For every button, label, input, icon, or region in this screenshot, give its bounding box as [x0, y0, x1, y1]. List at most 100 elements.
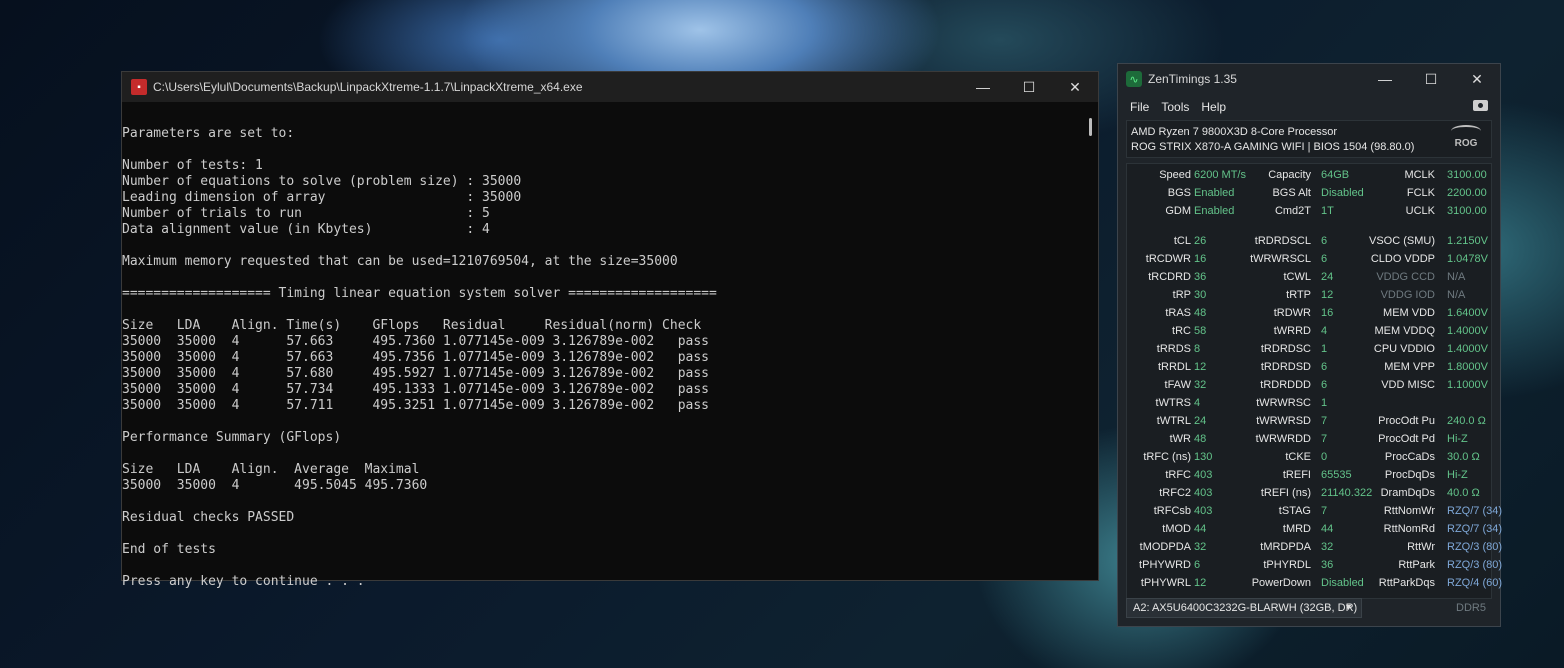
timing-row: tMODPDA 32 tMRDPDA 32 RttWr RZQ/3 (80) — [1127, 539, 1502, 557]
chevron-down-icon: ▼ — [1344, 602, 1353, 612]
timing-value: 24 — [1194, 415, 1207, 427]
console-window[interactable]: ▪ C:\Users\Eylul\Documents\Backup\Linpac… — [121, 71, 1099, 589]
minimize-button[interactable]: — — [960, 72, 1006, 102]
timing-value: 1T — [1321, 205, 1334, 217]
maximize-button[interactable]: ☐ — [1006, 72, 1052, 102]
timing-label: tWRWRDD — [1255, 433, 1311, 445]
console-line: Size LDA Align. Time(s) GFlops Residual … — [122, 318, 702, 333]
zen-minimize-button[interactable]: — — [1362, 64, 1408, 94]
timing-row: GDM Enabled Cmd2T 1T UCLK 3100.00 — [1127, 203, 1491, 221]
timing-label: tRCDWR — [1145, 253, 1191, 265]
timing-row: tCL 26 tRDRDSCL 6 VSOC (SMU) 1.2150V — [1127, 233, 1491, 251]
timing-row: tRCDWR 16 tWRWRSCL 6 CLDO VDDP 1.0478V — [1127, 251, 1491, 269]
console-app-icon: ▪ — [131, 79, 147, 95]
timing-value: 12 — [1194, 577, 1207, 589]
timing-label: RttWr — [1407, 541, 1435, 553]
timing-label: Cmd2T — [1274, 205, 1311, 217]
timing-value: 3100.00 — [1447, 169, 1487, 181]
timing-label: tCL — [1173, 235, 1191, 247]
menu-help[interactable]: Help — [1195, 100, 1232, 114]
zen-close-button[interactable]: ✕ — [1454, 64, 1500, 94]
console-scrollbar[interactable] — [1089, 118, 1092, 136]
timing-row: tFAW 32 tRDRDDD 6 VDD MISC 1.1000V — [1127, 377, 1491, 395]
zen-menubar: File Tools Help — [1118, 94, 1500, 120]
timing-value: 48 — [1194, 307, 1207, 319]
timing-value: Hi-Z — [1447, 433, 1468, 445]
timing-row: Speed 6200 MT/s Capacity 64GB MCLK 3100.00 — [1127, 167, 1491, 185]
timing-row: tWR 48 tWRWRDD 7 ProcOdt Pd Hi-Z — [1127, 431, 1491, 449]
timing-value: Enabled — [1194, 187, 1235, 199]
timing-row: tRFC2 403 tREFI (ns) 21140.322 DramDqDs 40.0 … — [1127, 485, 1491, 503]
timing-value: 3100.00 — [1447, 205, 1487, 217]
timing-label: CPU VDDIO — [1373, 343, 1435, 355]
timing-value: 403 — [1194, 505, 1213, 517]
zentimings-titlebar[interactable]: ∿ ZenTimings 1.35 — ☐ ✕ — [1118, 64, 1500, 94]
dimm-select[interactable]: A2: AX5U6400C3232G-BLARWH (32GB, DR) ▼ — [1126, 598, 1362, 618]
timing-label: tRC — [1172, 325, 1191, 337]
timing-value: Enabled — [1194, 205, 1235, 217]
console-line: Number of equations to solve (problem si… — [122, 174, 522, 189]
menu-file[interactable]: File — [1118, 100, 1155, 114]
timing-value: 44 — [1321, 523, 1334, 535]
console-line: Maximum memory requested that can be use… — [122, 254, 678, 269]
zen-maximize-button[interactable]: ☐ — [1408, 64, 1454, 94]
timing-row: tPHYWRL 12 PowerDown Disabled RttParkDqs RZQ/… — [1127, 575, 1502, 593]
close-button[interactable]: ✕ — [1052, 72, 1098, 102]
console-titlebar[interactable]: ▪ C:\Users\Eylul\Documents\Backup\Linpac… — [122, 72, 1098, 102]
timing-label: Speed — [1159, 169, 1191, 181]
timing-value: 6 — [1321, 361, 1328, 373]
timing-label: MEM VDD — [1383, 307, 1435, 319]
camera-icon[interactable] — [1473, 100, 1488, 111]
timing-value: 7 — [1321, 505, 1328, 517]
console-line: Number of trials to run : 5 — [122, 206, 490, 221]
timing-value: 32 — [1321, 541, 1334, 553]
timing-value: 36 — [1321, 559, 1334, 571]
timing-value: 24 — [1321, 271, 1334, 283]
timing-label: tRAS — [1165, 307, 1191, 319]
menu-tools[interactable]: Tools — [1155, 100, 1195, 114]
zentimings-title: ZenTimings 1.35 — [1148, 72, 1237, 86]
zentimings-logo-icon: ∿ — [1126, 71, 1142, 87]
timing-value: 240.0 Ω — [1447, 415, 1486, 427]
timing-value: 1.0478V — [1447, 253, 1488, 265]
timing-value: 36 — [1194, 271, 1207, 283]
console-line: 35000 35000 4 57.711 495.3251 1.077145e-… — [122, 398, 709, 413]
timing-row: tRFC 403 tREFI 65535 ProcDqDs Hi-Z — [1127, 467, 1491, 485]
timing-label: VDDG CCD — [1376, 271, 1435, 283]
timing-value: 1.4000V — [1447, 343, 1488, 355]
timing-value: 44 — [1194, 523, 1207, 535]
timing-label: tREFI — [1282, 469, 1311, 481]
console-output[interactable]: Parameters are set to: Number of tests: 1… — [122, 110, 1098, 589]
console-line: Data alignment value (in Kbytes) : 4 — [122, 222, 490, 237]
timing-value: 130 — [1194, 451, 1213, 463]
zentimings-window[interactable]: ∿ ZenTimings 1.35 — ☐ ✕ File Tools Help … — [1117, 63, 1502, 627]
timing-row: BGS Enabled BGS Alt Disabled FCLK 2200.00 — [1127, 185, 1491, 203]
timing-value: 403 — [1194, 469, 1213, 481]
timing-label: ProcOdt Pd — [1378, 433, 1435, 445]
timing-label: ProcCaDs — [1384, 451, 1435, 463]
timing-row: tRFCsb 403 tSTAG 7 RttNomWr RZQ/7 (34) — [1127, 503, 1502, 521]
timing-label: tREFI (ns) — [1260, 487, 1311, 499]
console-line: Performance Summary (GFlops) — [122, 430, 342, 445]
timing-value: RZQ/7 (34) — [1447, 505, 1503, 517]
timing-row: tRAS 48 tRDWR 16 MEM VDD 1.6400V — [1127, 305, 1491, 323]
timing-label: tWR — [1169, 433, 1191, 445]
console-line: End of tests — [122, 542, 216, 557]
timing-value: 8 — [1194, 343, 1201, 355]
timing-value: 1.1000V — [1447, 379, 1488, 391]
timing-label: UCLK — [1405, 205, 1435, 217]
console-line: 35000 35000 4 57.734 495.1333 1.077145e-… — [122, 382, 709, 397]
timing-value: 30 — [1194, 289, 1207, 301]
timing-value: 6 — [1321, 253, 1328, 265]
timing-label: VSOC (SMU) — [1369, 235, 1435, 247]
timing-label: tMRDPDA — [1260, 541, 1311, 553]
timing-label: RttParkDqs — [1378, 577, 1435, 589]
dimm-select-value: A2: AX5U6400C3232G-BLARWH (32GB, DR) — [1133, 602, 1358, 614]
